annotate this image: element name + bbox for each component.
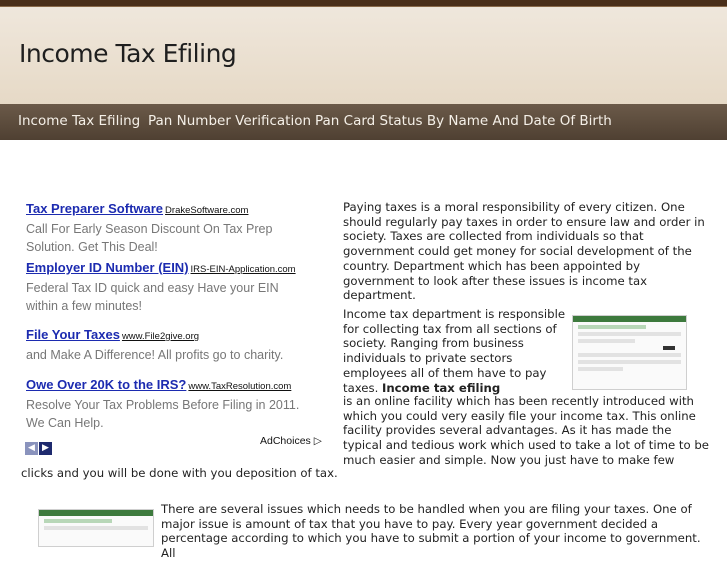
nav-item-income-tax-efiling[interactable]: Income Tax Efiling xyxy=(18,113,140,129)
ad-url[interactable]: www.File2give.org xyxy=(122,331,199,342)
ad-url[interactable]: www.TaxResolution.com xyxy=(188,381,291,392)
form-screenshot-thumbnail xyxy=(38,509,154,547)
ad-description: Call For Early Season Discount On Tax Pr… xyxy=(26,222,273,254)
adchoices-icon: ▷ xyxy=(313,435,322,447)
ad-description: Resolve Your Tax Problems Before Filing … xyxy=(26,398,300,430)
ad-item: Tax Preparer Software DrakeSoftware.com C… xyxy=(26,198,306,256)
ad-title[interactable]: Tax Preparer Software xyxy=(26,201,163,216)
site-title[interactable]: Income Tax Efiling xyxy=(19,39,237,68)
ad-description: Federal Tax ID quick and easy Have your … xyxy=(26,281,279,313)
ad-prev-arrow-icon[interactable]: ◀ xyxy=(25,442,38,455)
main-nav: Income Tax Efiling Pan Number Verificati… xyxy=(0,104,727,140)
bold-keyword: Income tax efiling xyxy=(382,380,501,395)
nav-item-pan-card-status[interactable]: Pan Card Status By Name And Date Of Birt… xyxy=(315,113,612,129)
ad-title[interactable]: File Your Taxes xyxy=(26,327,120,342)
article-paragraph: Income tax department is responsible for… xyxy=(343,307,568,395)
article-paragraph-continued: is an online facility which has been rec… xyxy=(343,394,709,467)
site-header: Income Tax Efiling xyxy=(0,7,727,106)
ad-title[interactable]: Employer ID Number (EIN) xyxy=(26,260,189,275)
ad-url[interactable]: IRS-EIN-Application.com xyxy=(191,264,296,275)
ad-description: and Make A Difference! All profits go to… xyxy=(26,348,284,362)
ad-next-arrow-icon[interactable]: ▶ xyxy=(39,442,52,455)
article-paragraph-end: clicks and you will be done with you dep… xyxy=(21,466,338,480)
ad-title[interactable]: Owe Over 20K to the IRS? xyxy=(26,377,186,392)
adchoices-link[interactable]: AdChoices ▷ xyxy=(260,435,322,447)
ad-item: Employer ID Number (EIN) IRS-EIN-Applicat… xyxy=(26,257,306,315)
ad-item: Owe Over 20K to the IRS? www.TaxResolutio… xyxy=(26,374,316,432)
ad-item: File Your Taxes www.File2give.org and Mak… xyxy=(26,324,316,364)
ad-url[interactable]: DrakeSoftware.com xyxy=(165,205,248,216)
efiling-screenshot-thumbnail xyxy=(572,315,687,390)
article-paragraph: There are several issues which needs to … xyxy=(161,502,701,561)
nav-item-pan-number-verification[interactable]: Pan Number Verification xyxy=(148,113,311,129)
article-paragraph: Paying taxes is a moral responsibility o… xyxy=(343,200,705,303)
ad-pagination: ◀ ▶ xyxy=(25,435,53,455)
adchoices-label: AdChoices xyxy=(260,435,311,447)
top-accent-bar xyxy=(0,0,727,7)
